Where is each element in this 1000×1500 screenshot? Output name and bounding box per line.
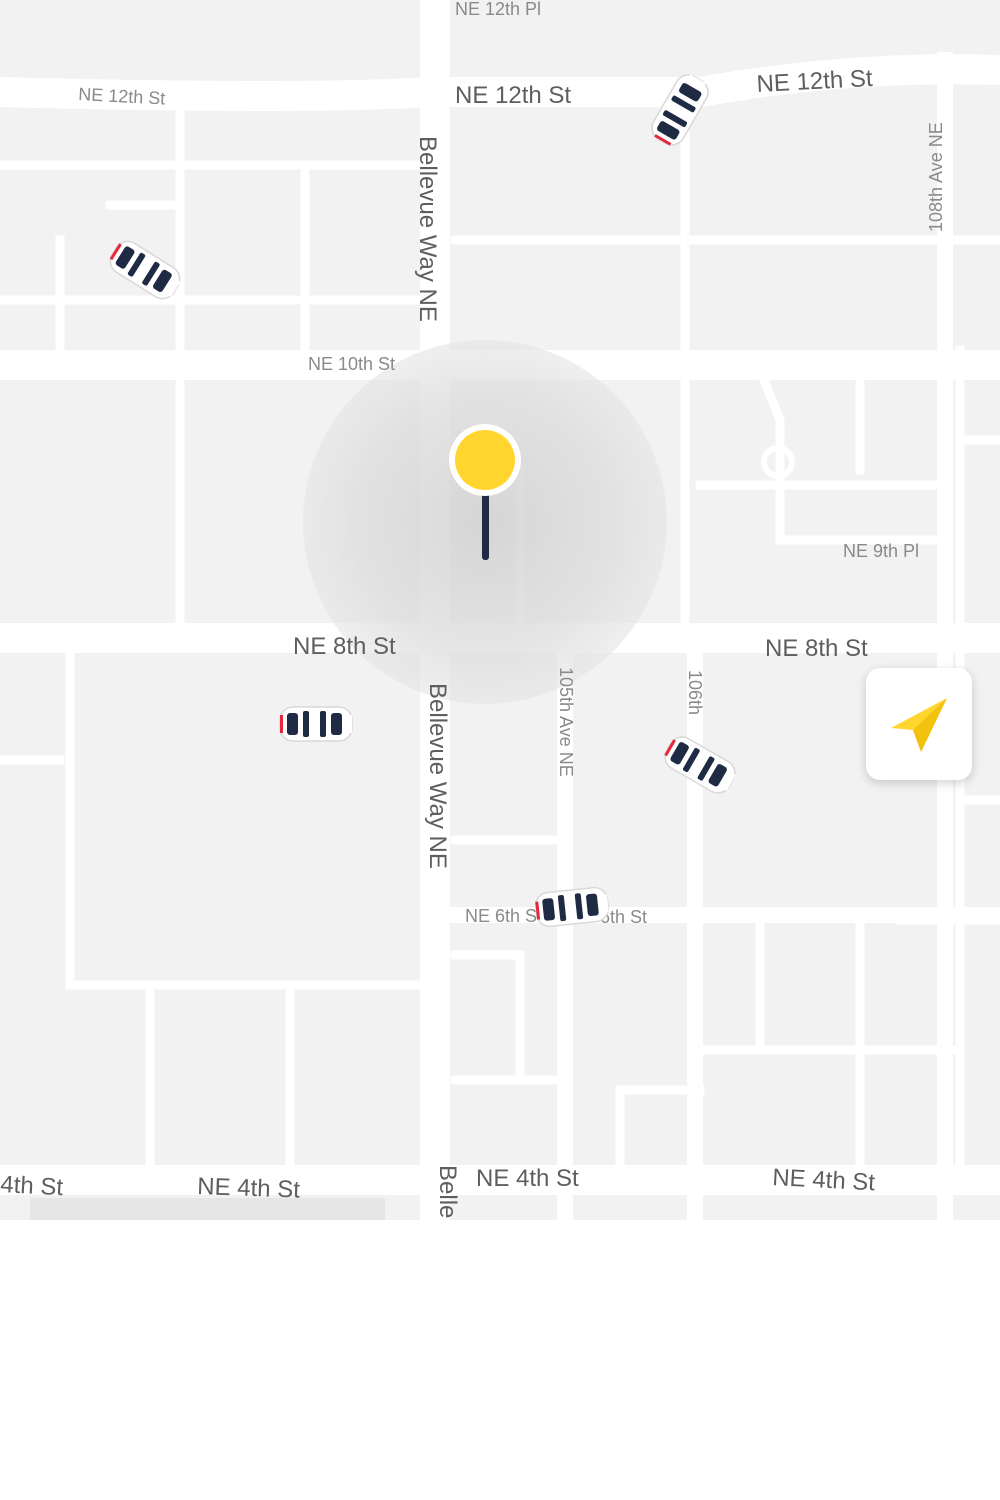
street-label: NE 6th St [465, 906, 542, 926]
street-label: 108th Ave NE [926, 122, 946, 232]
street-label: NE 8th St [293, 633, 396, 660]
navigation-arrow-icon [891, 698, 947, 752]
map-view[interactable]: NE 12th Pl NE 12th St NE 12th St NE 12th… [0, 0, 1000, 1220]
street-label: NE 8th St [765, 635, 868, 662]
street-label: 106th [685, 670, 705, 715]
locate-me-button[interactable] [866, 668, 972, 780]
street-label: NE 12th Pl [455, 0, 541, 19]
street-label: 4th St [0, 1171, 64, 1201]
street-label: 105th Ave NE [556, 667, 576, 777]
street-label: NE 10th St [308, 354, 395, 374]
map-block [30, 1198, 385, 1220]
street-label: Belle [434, 1165, 461, 1218]
street-label: NE 9th Pl [843, 541, 919, 561]
street-label: NE 12th St [455, 82, 571, 109]
car-icon [104, 235, 186, 305]
street-label: Bellevue Way NE [414, 136, 441, 322]
car-icon [279, 706, 353, 742]
car-icon [533, 885, 611, 929]
street-label: NE 4th St [772, 1164, 876, 1196]
street-map: NE 12th Pl NE 12th St NE 12th St NE 12th… [0, 0, 1000, 1220]
street-label: NE 4th St [476, 1165, 579, 1192]
blank-area [0, 1220, 1000, 1500]
street-label: Bellevue Way NE [424, 683, 451, 869]
street-label: NE 12th St [756, 65, 874, 98]
